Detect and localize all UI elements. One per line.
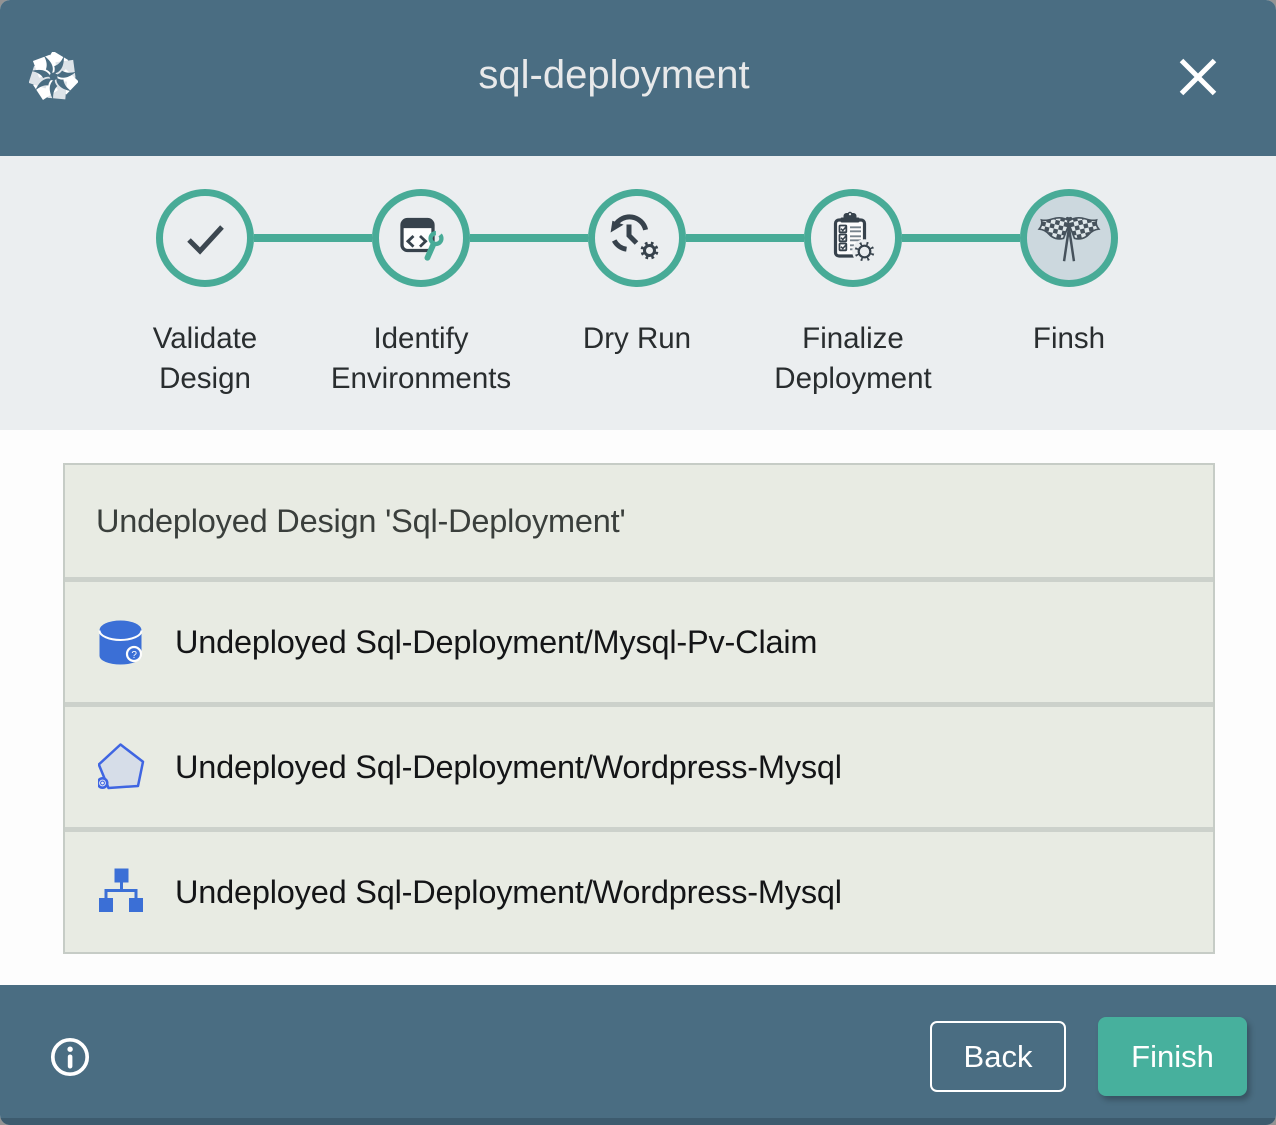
svg-text:?: ?	[131, 650, 137, 661]
